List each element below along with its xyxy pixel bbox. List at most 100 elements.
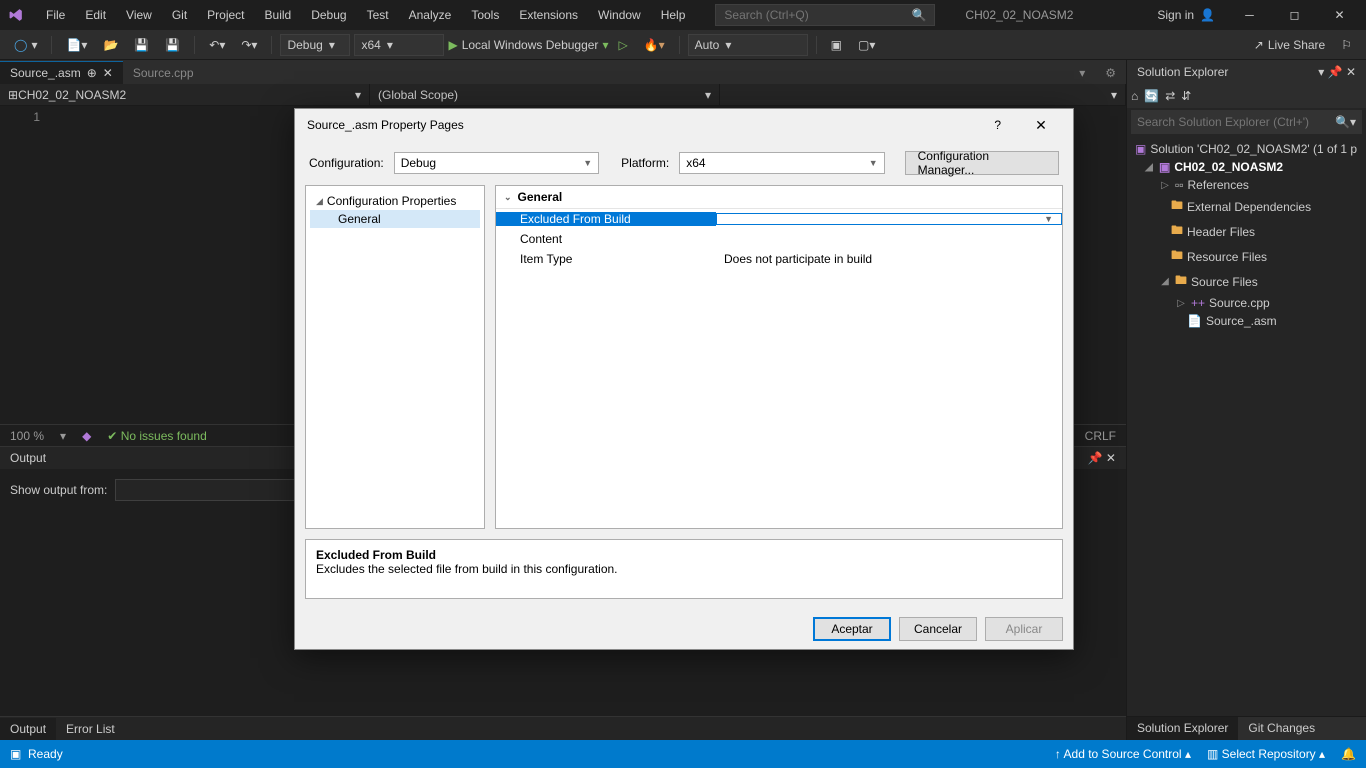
- tab-source-asm[interactable]: Source_.asm⊕✕: [0, 61, 123, 84]
- menu-window[interactable]: Window: [588, 4, 651, 26]
- se-source-files-node[interactable]: ◢🖿 Source Files: [1127, 269, 1366, 294]
- menu-debug[interactable]: Debug: [301, 4, 356, 26]
- prop-item-type[interactable]: Item Type Does not participate in build: [496, 249, 1062, 269]
- save-button[interactable]: 💾: [128, 36, 155, 54]
- menu-edit[interactable]: Edit: [75, 4, 116, 26]
- intellisense-icon: ◆: [82, 429, 91, 443]
- notifications-icon[interactable]: 🔔: [1341, 747, 1356, 761]
- save-all-button[interactable]: 💾: [159, 36, 186, 54]
- se-search-input[interactable]: [1137, 115, 1335, 129]
- menu-help[interactable]: Help: [651, 4, 696, 26]
- line-gutter: 1: [0, 106, 50, 424]
- menu-project[interactable]: Project: [197, 4, 254, 26]
- ok-button[interactable]: Aceptar: [813, 617, 891, 641]
- se-filter-icon[interactable]: ⇵: [1181, 89, 1191, 103]
- menu-git[interactable]: Git: [162, 4, 197, 26]
- new-item-button[interactable]: 📄▾: [60, 36, 93, 54]
- se-sync-icon[interactable]: 🔄: [1144, 89, 1159, 103]
- sign-in-button[interactable]: Sign in👤: [1145, 0, 1227, 30]
- se-options-icon[interactable]: ▾: [1318, 65, 1324, 79]
- se-tree[interactable]: ▣ Solution 'CH02_02_NOASM2' (1 of 1 p ◢▣…: [1127, 136, 1366, 716]
- se-home-icon[interactable]: ⌂: [1131, 89, 1138, 103]
- title-bar: File Edit View Git Project Build Debug T…: [0, 0, 1366, 30]
- menu-test[interactable]: Test: [357, 4, 399, 26]
- se-switch-icon[interactable]: ⇄: [1165, 89, 1175, 103]
- tab-error-list[interactable]: Error List: [56, 718, 125, 740]
- pin-icon[interactable]: ⊕: [87, 66, 97, 80]
- main-toolbar: ◯▾ 📄▾ 📂 💾 💾 ↶▾ ↷▾ Debug▾ x64▾ ▶ Local Wi…: [0, 30, 1366, 60]
- tab-source-cpp[interactable]: Source.cpp: [123, 61, 204, 84]
- nav-scope-combo[interactable]: (Global Scope)▾: [370, 84, 720, 105]
- feedback-icon[interactable]: ⚐: [1335, 36, 1358, 54]
- output-source-combo[interactable]: [115, 479, 295, 501]
- se-solution-node[interactable]: ▣ Solution 'CH02_02_NOASM2' (1 of 1 p: [1127, 140, 1366, 158]
- se-references-node[interactable]: ▷▫▫ References: [1127, 176, 1366, 194]
- se-project-node[interactable]: ◢▣ CH02_02_NOASM2: [1127, 158, 1366, 176]
- box-icon[interactable]: ▢▾: [852, 36, 881, 54]
- se-tab-git-changes[interactable]: Git Changes: [1238, 717, 1325, 740]
- apply-button[interactable]: Aplicar: [985, 617, 1063, 641]
- se-search[interactable]: 🔍▾: [1131, 110, 1362, 134]
- run-debug-button[interactable]: ▶ Local Windows Debugger ▾: [448, 38, 608, 52]
- select-repository-button[interactable]: ▥ Select Repository ▴: [1207, 747, 1325, 761]
- person-icon: 👤: [1200, 8, 1215, 22]
- minimize-button[interactable]: ─: [1227, 0, 1272, 30]
- add-source-control-button[interactable]: ↑ Add to Source Control ▴: [1055, 747, 1191, 761]
- line-ending-label[interactable]: CRLF: [1085, 429, 1116, 443]
- menu-file[interactable]: File: [36, 4, 75, 26]
- redo-button[interactable]: ↷▾: [235, 36, 263, 54]
- se-tab-solution-explorer[interactable]: Solution Explorer: [1127, 717, 1238, 740]
- close-button[interactable]: ✕: [1317, 0, 1362, 30]
- dialog-category-tree[interactable]: ◢Configuration Properties General: [305, 185, 485, 529]
- tab-settings-icon[interactable]: ⚙: [1095, 61, 1126, 84]
- dialog-platform-combo[interactable]: x64▼: [679, 152, 884, 174]
- section-general-header[interactable]: ⌄General: [496, 186, 1062, 209]
- tree-general[interactable]: General: [310, 210, 480, 228]
- undo-button[interactable]: ↶▾: [203, 36, 231, 54]
- menu-build[interactable]: Build: [255, 4, 302, 26]
- menu-view[interactable]: View: [116, 4, 162, 26]
- close-tab-icon[interactable]: ✕: [103, 66, 113, 80]
- chevron-down-icon[interactable]: ▼: [1044, 214, 1053, 224]
- se-resource-files-node[interactable]: 🖿 Resource Files: [1127, 244, 1366, 269]
- main-menu: File Edit View Git Project Build Debug T…: [36, 4, 695, 26]
- platform-combo[interactable]: x64▾: [354, 34, 444, 56]
- panel-icon[interactable]: ▣: [825, 36, 848, 54]
- se-close-icon[interactable]: ✕: [1346, 65, 1356, 79]
- se-toolbar: ⌂ 🔄 ⇄ ⇵: [1127, 84, 1366, 108]
- hot-reload-icon[interactable]: 🔥▾: [638, 36, 671, 54]
- menu-analyze[interactable]: Analyze: [399, 4, 462, 26]
- tree-configuration-properties[interactable]: ◢Configuration Properties: [310, 192, 480, 210]
- run-without-debug-button[interactable]: ▷: [612, 36, 633, 54]
- nav-back-button[interactable]: ◯▾: [8, 36, 43, 54]
- se-source-asm-file[interactable]: 📄 Source_.asm: [1127, 312, 1366, 330]
- tab-output[interactable]: Output: [0, 718, 56, 740]
- dialog-help-icon[interactable]: ?: [994, 118, 1001, 132]
- prop-excluded-from-build[interactable]: Excluded From Build ▼: [496, 209, 1062, 229]
- quick-search-input[interactable]: [724, 8, 911, 22]
- panel-pin-icon[interactable]: 📌 ✕: [1088, 451, 1116, 465]
- configuration-combo[interactable]: Debug▾: [280, 34, 350, 56]
- tab-options-icon[interactable]: ▾: [1069, 61, 1095, 84]
- se-pin-icon[interactable]: 📌: [1328, 65, 1343, 79]
- live-share-button[interactable]: ↗ Live Share: [1248, 36, 1331, 54]
- nav-member-combo[interactable]: ▾: [720, 84, 1126, 105]
- zoom-level[interactable]: 100 %: [10, 429, 44, 443]
- se-source-cpp-file[interactable]: ▷++ Source.cpp: [1127, 294, 1366, 312]
- se-header-files-node[interactable]: 🖿 Header Files: [1127, 219, 1366, 244]
- dialog-close-icon[interactable]: ✕: [1021, 117, 1061, 134]
- nav-project-combo[interactable]: ⊞ CH02_02_NOASM2▾: [0, 84, 370, 105]
- dialog-configuration-combo[interactable]: Debug▼: [394, 152, 599, 174]
- open-folder-button[interactable]: 📂: [97, 36, 124, 54]
- se-external-deps-node[interactable]: 🖿 External Dependencies: [1127, 194, 1366, 219]
- nav-bar: ⊞ CH02_02_NOASM2▾ (Global Scope)▾ ▾: [0, 84, 1126, 106]
- output-window-icon[interactable]: ▣: [10, 747, 21, 761]
- auto-combo[interactable]: Auto▾: [688, 34, 808, 56]
- menu-tools[interactable]: Tools: [461, 4, 509, 26]
- menu-extensions[interactable]: Extensions: [509, 4, 588, 26]
- quick-search[interactable]: 🔍: [715, 4, 935, 26]
- maximize-button[interactable]: ◻: [1272, 0, 1317, 30]
- cancel-button[interactable]: Cancelar: [899, 617, 977, 641]
- configuration-manager-button[interactable]: Configuration Manager...: [905, 151, 1059, 175]
- prop-content[interactable]: Content: [496, 229, 1062, 249]
